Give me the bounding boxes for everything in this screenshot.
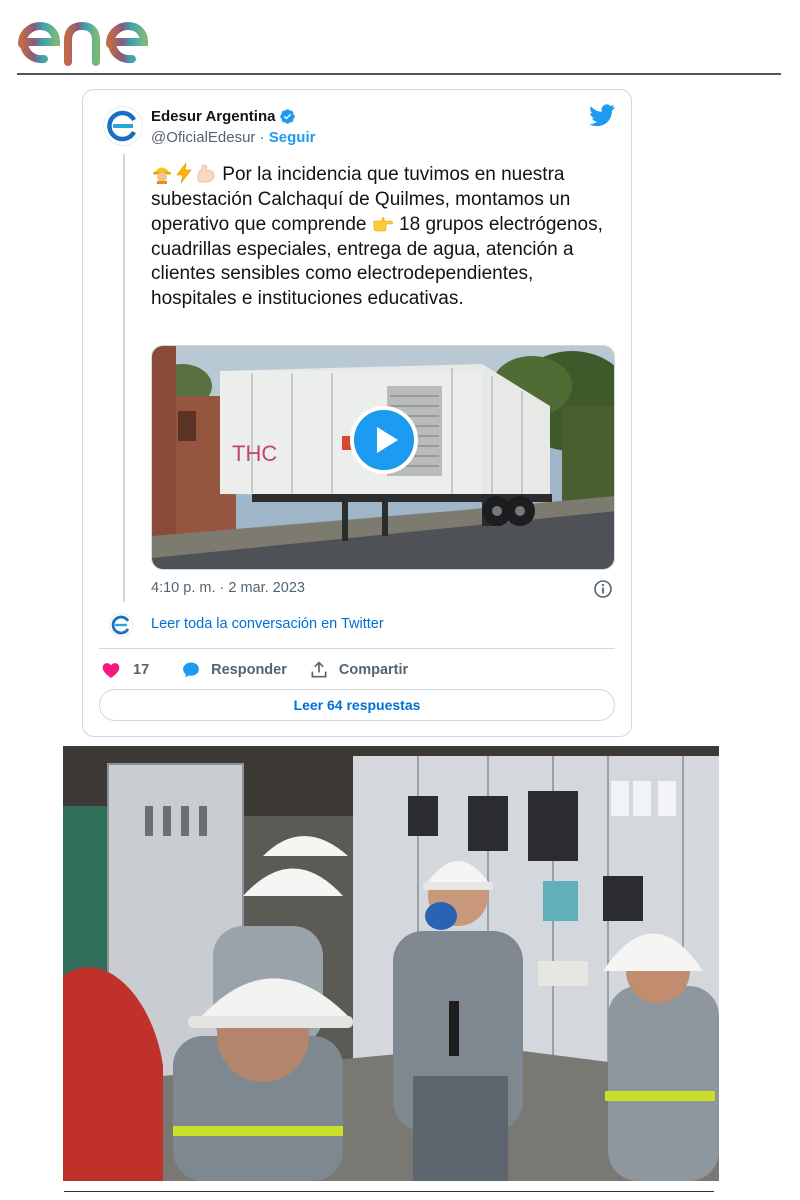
conversation-avatar xyxy=(109,613,133,637)
share-upload-icon xyxy=(311,661,327,678)
author-name-text[interactable]: Edesur Argentina xyxy=(151,108,275,125)
like-count: 17 xyxy=(133,662,150,678)
reply-button[interactable]: Responder xyxy=(181,660,309,680)
read-replies-button[interactable]: Leer 64 respuestas xyxy=(99,689,615,721)
share-button[interactable]: Compartir xyxy=(309,660,408,680)
pointing-right-emoji-icon xyxy=(373,217,393,232)
handle-separator: · xyxy=(255,129,269,146)
tweet-timestamp[interactable]: 4:10 p. m. · 2 mar. 2023 xyxy=(151,580,305,596)
thread-line xyxy=(123,154,125,602)
follow-button[interactable]: Seguir xyxy=(269,129,316,146)
flexed-biceps-emoji-icon xyxy=(197,164,215,183)
heart-icon xyxy=(102,663,120,678)
like-button[interactable]: 17 xyxy=(101,660,181,680)
share-label: Compartir xyxy=(338,662,409,678)
speech-bubble-icon xyxy=(183,662,200,678)
construction-worker-emoji-icon xyxy=(153,167,171,184)
handle-row: @OficialEdesur · Seguir xyxy=(151,129,315,146)
tweet-embed: Edesur Argentina @OficialEdesur · Seguir… xyxy=(82,89,632,737)
twitter-bird-icon[interactable] xyxy=(589,104,615,126)
author-name[interactable]: Edesur Argentina xyxy=(151,108,296,125)
tweet-text: Por la incidencia que tuvimos en nuestra… xyxy=(151,162,619,311)
read-conversation-link[interactable]: Leer toda la conversación en Twitter xyxy=(151,616,384,632)
edesur-avatar[interactable] xyxy=(103,106,143,146)
reply-label: Responder xyxy=(211,662,287,678)
footer-divider xyxy=(64,1191,714,1192)
verified-badge-icon xyxy=(280,109,296,124)
high-voltage-emoji-icon xyxy=(176,162,192,184)
enel-logo xyxy=(18,14,166,66)
info-icon[interactable] xyxy=(593,579,613,599)
play-icon[interactable] xyxy=(350,406,418,474)
tweet-actions: 17 Responder Compartir xyxy=(101,659,408,681)
actions-divider xyxy=(99,648,615,649)
substation-workers-photo xyxy=(63,746,719,1181)
author-handle[interactable]: @OficialEdesur xyxy=(151,129,255,146)
header-divider xyxy=(17,73,781,75)
tweet-video[interactable]: THC xyxy=(151,345,615,570)
svg-text:THC: THC xyxy=(232,441,277,466)
